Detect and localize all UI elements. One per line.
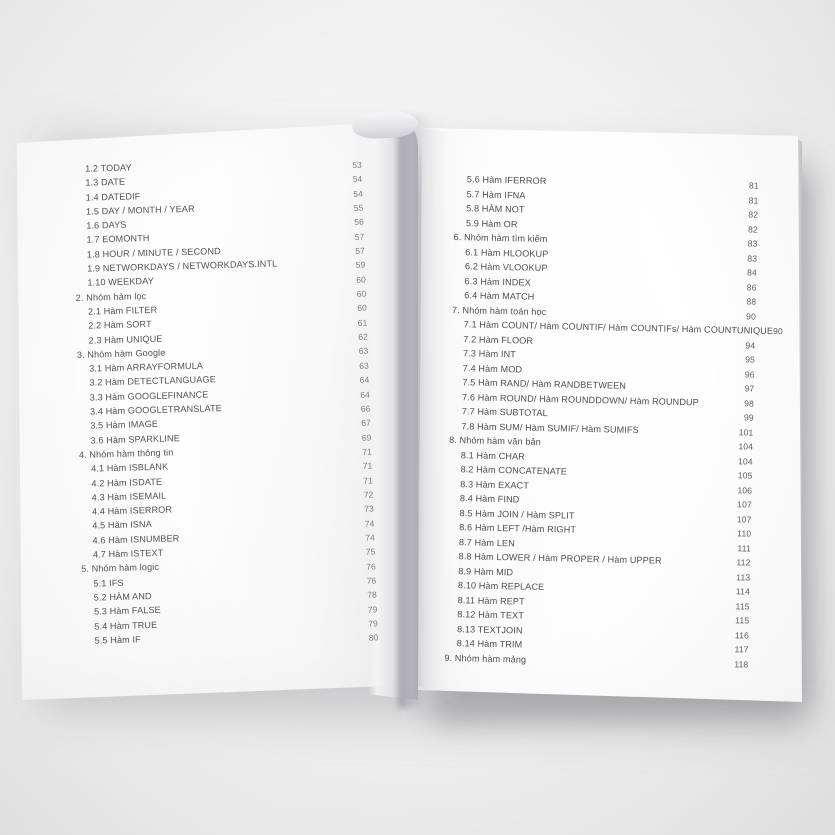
toc-entry-label: 5.7 Hàm IFNA xyxy=(466,188,526,201)
toc-entry-page: 112 xyxy=(736,557,751,568)
toc-entry-page: 76 xyxy=(366,561,376,572)
toc-entry-page: 79 xyxy=(367,604,378,615)
toc-entry-label: 5.9 Hàm OR xyxy=(465,217,518,229)
toc-entry-page: 69 xyxy=(361,432,372,443)
toc-entry-page: 96 xyxy=(744,368,755,380)
book-photo-scene: 1.2 TODAY 1.3 DATE 1.4 DATEDIF 1.5 DAY / MO… xyxy=(0,0,835,835)
toc-entry-page: 79 xyxy=(368,618,378,629)
toc-entry-page: 61 xyxy=(357,317,368,328)
toc-entry-label: 1.2 TODAY xyxy=(85,162,132,174)
toc-entry-page: 74 xyxy=(365,532,375,543)
toc-entry-page: 111 xyxy=(737,542,751,554)
toc-entry-page: 90 xyxy=(746,310,757,322)
toc-entry-page: 57 xyxy=(355,245,365,257)
toc-entry-page: 115 xyxy=(735,600,750,612)
toc-entry-page: 98 xyxy=(744,397,755,409)
toc-entry-page: 60 xyxy=(357,303,367,314)
toc-entry-label: 8.1 Hàm CHAR xyxy=(460,449,526,462)
toc-entry-page: 82 xyxy=(747,223,758,235)
toc-entry-page: 78 xyxy=(367,589,377,601)
toc-entry-page: 116 xyxy=(734,629,750,641)
toc-entry-page: 66 xyxy=(360,403,371,414)
toc-entry-label: 5.1 IFS xyxy=(93,577,124,589)
toc-entry-page: 117 xyxy=(734,644,749,655)
toc-entry-page: 72 xyxy=(363,489,374,500)
toc-entry-page: 54 xyxy=(352,174,363,185)
toc-entry-page: 107 xyxy=(737,499,752,510)
toc-entry-label: 8.7 Hàm LEN xyxy=(458,536,515,548)
toc-entry-page: 115 xyxy=(735,615,750,626)
toc-entry-page: 107 xyxy=(736,513,752,525)
toc-entry-page: 86 xyxy=(746,281,757,293)
toc-entry-page: 54 xyxy=(353,188,363,199)
toc-entry-page: 82 xyxy=(748,209,759,220)
toc-entry-page: 59 xyxy=(355,260,366,271)
toc-entry-page: 104 xyxy=(738,441,754,452)
toc-entry-page: 71 xyxy=(363,475,373,486)
toc-entry-page: 75 xyxy=(365,546,376,558)
toc-entry-label: 9. Nhóm hàm mảng xyxy=(444,652,527,665)
toc-entry-label: 8.13 TEXTJOIN xyxy=(456,623,523,636)
toc-entry-label: 8.9 Hàm MID xyxy=(458,565,514,577)
toc-entry-page: 99 xyxy=(743,412,754,423)
toc-entry-page: 83 xyxy=(747,252,758,264)
toc-entry-page: 57 xyxy=(354,231,365,242)
toc-entry-page: 71 xyxy=(362,446,372,457)
toc-entry-page: 105 xyxy=(737,470,753,481)
toc-entry-label: 1.3 DATE xyxy=(85,176,126,188)
toc-entry-label: 8.14 Hàm TRIM xyxy=(456,638,523,650)
toc-entry-label: 7.4 Hàm MOD xyxy=(462,362,523,375)
toc-entry-page: 60 xyxy=(356,288,367,300)
toc-entry-page: 81 xyxy=(748,180,759,191)
toc-entry-page: 71 xyxy=(362,460,373,472)
toc-entry-page: 90 xyxy=(772,325,784,337)
toc-entry-page: 63 xyxy=(358,346,369,357)
toc-entry-page: 64 xyxy=(359,374,370,386)
toc-entry-page: 113 xyxy=(736,571,751,583)
toc-entry-page: 101 xyxy=(738,426,754,438)
toc-entry-label: 1.6 DAYS xyxy=(86,219,127,231)
toc-entry-page: 60 xyxy=(356,274,366,285)
toc-entry-label: 5.5 Hàm IF xyxy=(94,634,141,646)
toc-entry-page: 74 xyxy=(364,518,375,529)
toc-entry-page: 97 xyxy=(744,383,755,394)
toc-entry-page: 114 xyxy=(735,586,751,597)
toc-entry-page: 56 xyxy=(354,217,364,228)
toc-entry-page: 53 xyxy=(352,159,362,170)
toc-entry-label: 8.4 Hàm FIND xyxy=(459,493,520,505)
toc-entry-page: 118 xyxy=(734,658,749,670)
toc-entry-page: 55 xyxy=(353,202,364,213)
toc-entry-page: 104 xyxy=(737,455,753,467)
right-page-toc-list: 5.6 Hàm IFERROR 81 5.7 Hàm IFNA 81 5.8 HÀM N… xyxy=(444,172,785,672)
toc-entry-page: 76 xyxy=(366,575,377,586)
toc-entry-page: 62 xyxy=(358,331,368,343)
toc-entry-page: 67 xyxy=(361,417,371,429)
toc-entry-label: 5.8 HÀM NOT xyxy=(466,203,525,215)
toc-entry-page: 80 xyxy=(368,632,379,644)
toc-entry-page: 95 xyxy=(745,354,756,365)
toc-entry-page: 110 xyxy=(737,528,752,539)
toc-entry-page: 64 xyxy=(360,389,370,400)
toc-entry-page: 106 xyxy=(737,484,753,496)
toc-entry-page: 81 xyxy=(748,194,759,206)
left-page-toc-list: 1.2 TODAY 1.3 DATE 1.4 DATEDIF 1.5 DAY / MO… xyxy=(73,154,383,648)
toc-entry-page: 88 xyxy=(746,296,757,307)
toc-entry-page: 84 xyxy=(746,267,757,278)
toc-entry-page: 73 xyxy=(364,503,374,515)
toc-entry-page: 63 xyxy=(359,360,369,371)
toc-entry-page: 94 xyxy=(745,339,756,351)
toc-entry-page: 83 xyxy=(747,238,758,249)
toc-entry-label: 7.3 Hàm INT xyxy=(462,348,517,360)
